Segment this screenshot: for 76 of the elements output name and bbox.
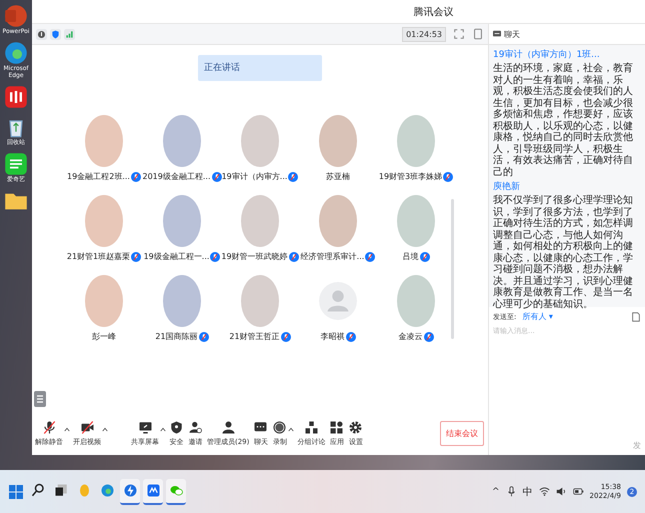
participant-name: 19财管一班武晓婷 <box>221 251 288 262</box>
participant-name: 19审计（内审方... <box>222 171 288 182</box>
add-person-icon <box>188 420 203 434</box>
shield-icon[interactable] <box>50 28 61 40</box>
fullscreen-icon[interactable] <box>453 28 465 40</box>
participant-name: 金凌云 <box>398 331 422 342</box>
person-icon <box>220 420 236 434</box>
tray-caret-icon[interactable]: ^ <box>492 486 500 496</box>
caret-icon[interactable] <box>288 426 294 432</box>
chat-icon <box>493 30 501 38</box>
record-icon <box>272 420 288 434</box>
meeting-app-icon <box>146 483 160 498</box>
avatar-photo-placeholder <box>319 115 357 167</box>
avatar-photo-placeholder <box>397 275 435 327</box>
participant-name: 李昭祺 <box>320 331 344 342</box>
video-app-icon[interactable] <box>4 152 28 176</box>
participant-name: 21国商陈丽 <box>155 331 198 342</box>
browser-icon[interactable] <box>4 41 28 65</box>
avatar-photo-placeholder <box>163 195 201 247</box>
speaking-toast: 正在讲话 <box>198 55 322 81</box>
shield-icon <box>169 420 184 434</box>
recipient-dropdown[interactable]: 所有人 ▾ <box>522 311 553 322</box>
participant-name: 苏亚楠 <box>326 171 350 182</box>
apps-icon <box>329 420 344 434</box>
participant-name: 21财管王哲正 <box>229 331 280 342</box>
avatar-photo-placeholder <box>163 275 201 327</box>
avatar-photo-placeholder <box>85 195 123 247</box>
browser-icon <box>100 483 114 498</box>
chat-app-icon <box>168 483 184 498</box>
microphone-icon[interactable] <box>506 486 517 497</box>
participant-name: 19金融工程2班... <box>67 171 130 182</box>
wifi-icon[interactable] <box>538 486 550 497</box>
participant-name: 经济管理系审计... <box>300 251 364 262</box>
chat-icon <box>253 420 268 434</box>
battery-icon[interactable] <box>572 486 584 497</box>
sidebar-toggle-icon[interactable] <box>472 28 484 40</box>
end-meeting-button[interactable]: 结束会议 <box>440 420 484 446</box>
avatar-photo-placeholder <box>85 115 123 167</box>
search-icon <box>30 483 46 498</box>
avatar-photo-placeholder <box>397 115 435 167</box>
participant-name: 19级金融工程一... <box>144 251 210 262</box>
message-text: 我不仅学到了很多心理学理论知识，学到了很多方法，也学到了正确对待生活的方式，如怎样调调整自己心态，与他人如何沟通，如何相处的方积极向上的健康心态，以健康的心态工作，学习碰到问题不消极，想办法解决。并且通过学习，识到心理健康教育是做教育工作、是当一名心理可少的基础知识。 <box>493 195 634 310</box>
participant-name: 2019级金融工程... <box>142 171 210 182</box>
avatar-photo-placeholder <box>163 115 201 167</box>
lightning-icon <box>122 483 138 498</box>
caret-icon[interactable] <box>102 426 108 432</box>
avatar-photo-placeholder <box>241 115 279 167</box>
avatar-photo-placeholder <box>241 195 279 247</box>
speaker-icon[interactable] <box>556 486 567 497</box>
message-text: 生活的环境，家庭，社会，教育对人的一生有着响，幸福，乐观，积极生活态度会使我们的人生信，更加有目标，也会减少很多烦恼和焦虑，作想要好，应该积极助人，以乐观的心态，以健康格，悦纳自己的同时去欣赏他人，引导班级同学人，积极生活，有效表达痛苦，正确对待自己的 <box>493 63 634 178</box>
scrollbar[interactable] <box>451 199 454 339</box>
input-method-indicator[interactable]: 中 <box>522 484 533 498</box>
caret-icon[interactable] <box>64 426 70 432</box>
task-view-icon <box>54 483 68 498</box>
message-sender[interactable]: 19审计（内审方向）1班... <box>493 48 641 61</box>
file-icon[interactable] <box>631 312 641 322</box>
windows-start-icon[interactable] <box>8 484 24 500</box>
chat-title: 聊天 <box>504 28 520 40</box>
info-icon[interactable] <box>36 28 47 40</box>
avatar-photo-placeholder <box>397 195 435 247</box>
caret-icon[interactable] <box>160 426 166 432</box>
participant-name: 吕境 <box>402 251 418 262</box>
screen-share-icon <box>138 420 152 434</box>
avatar-photo-placeholder <box>319 195 357 247</box>
music-app-icon[interactable] <box>4 85 28 109</box>
settings-icon <box>348 420 364 434</box>
avatar-photo-placeholder <box>241 275 279 327</box>
blocks-icon <box>304 420 319 434</box>
participant-name: 21财管1班赵嘉栗 <box>66 251 130 262</box>
message-sender[interactable]: 庾艳新 <box>493 180 641 193</box>
avatar-photo-placeholder <box>85 275 123 327</box>
participant-name: 彭一峰 <box>92 331 116 342</box>
list-icon[interactable] <box>34 391 46 407</box>
participant-name: 19财管3班李姝娣 <box>378 171 442 182</box>
meeting-timer: 01:24:53 <box>402 26 446 42</box>
window-title: 腾讯会议 <box>414 6 454 18</box>
